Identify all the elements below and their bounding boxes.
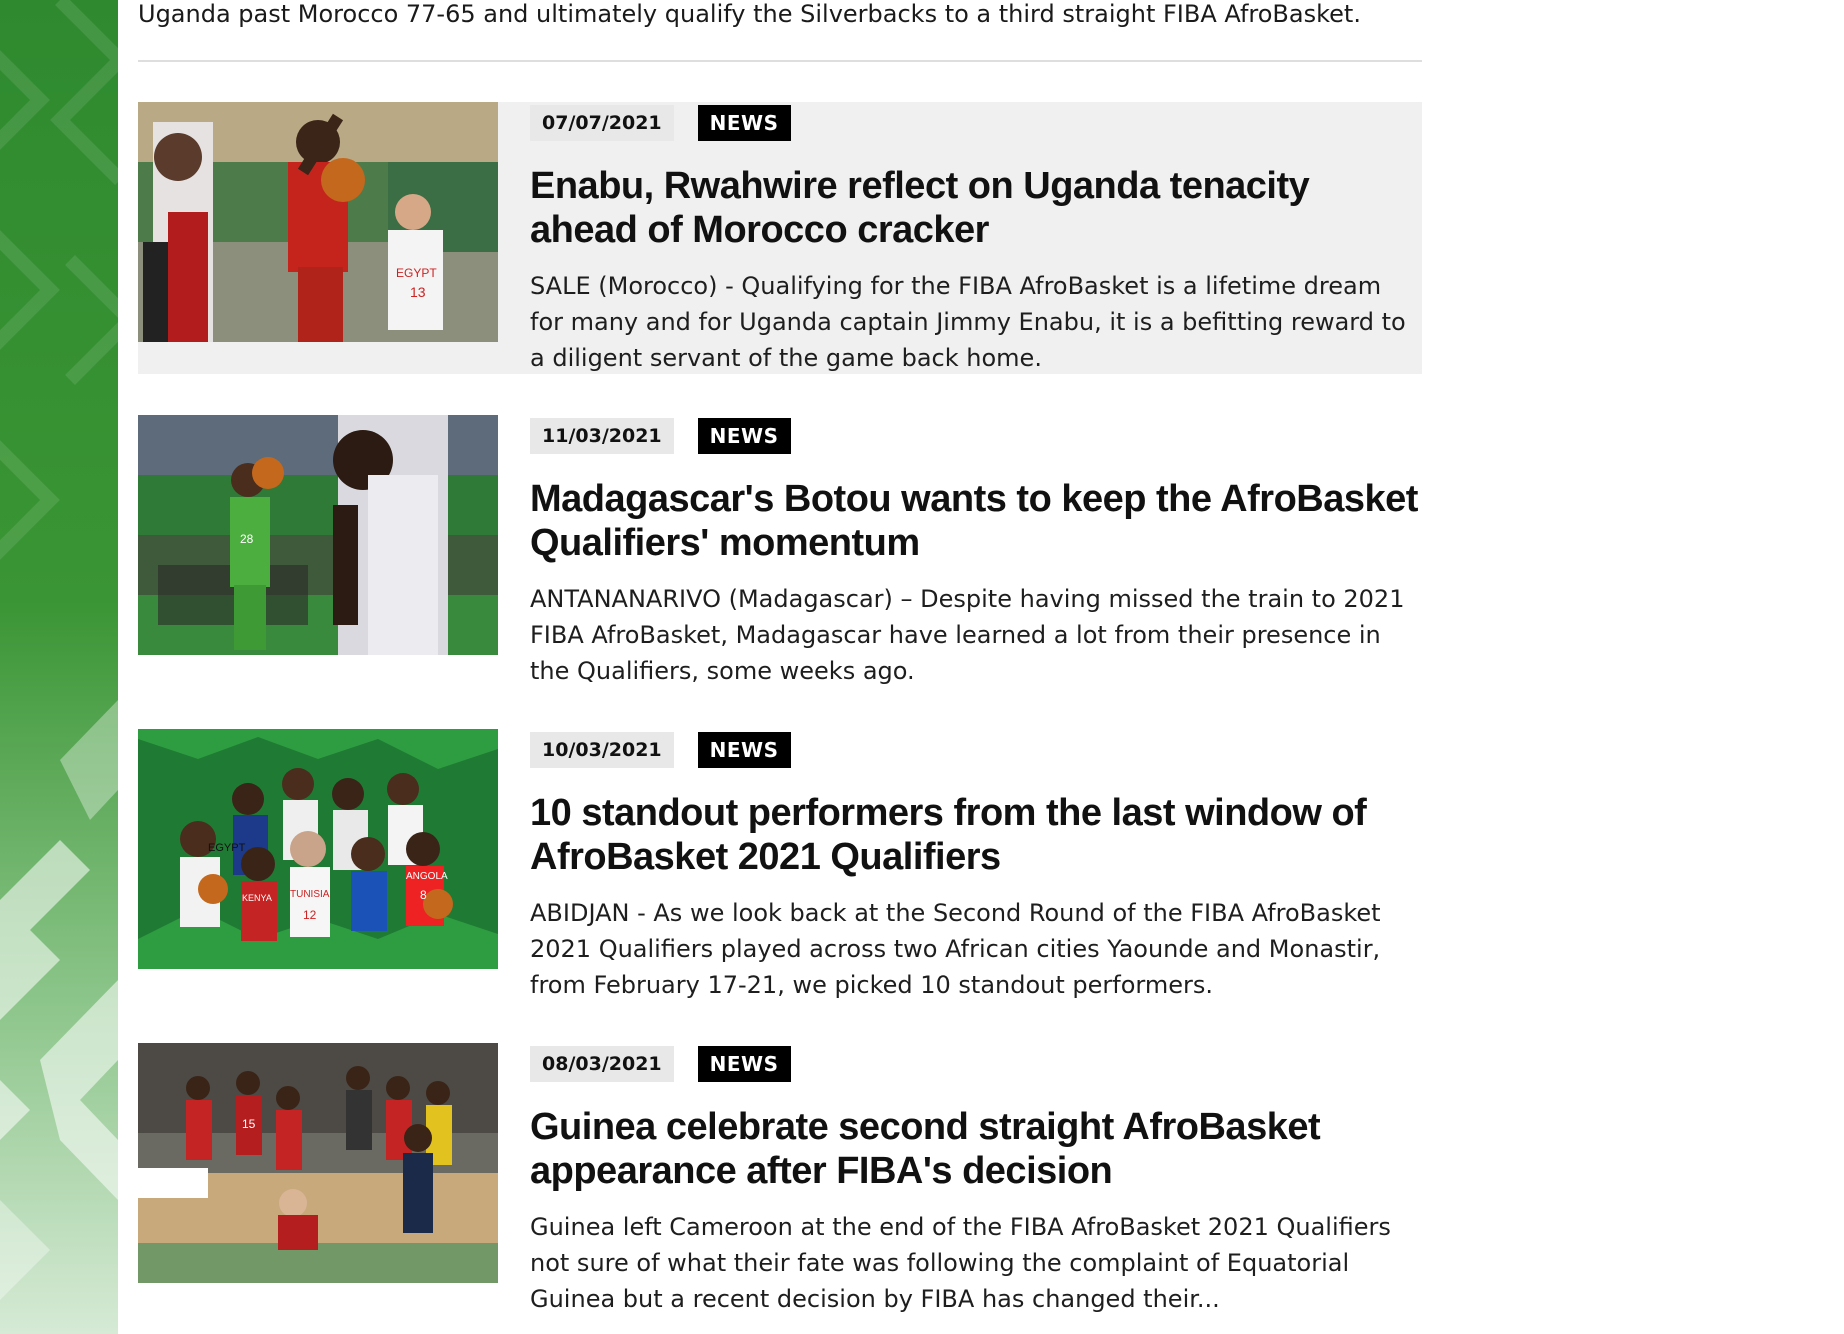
jersey-number: 12 bbox=[303, 908, 317, 922]
article-text: 10/03/2021 NEWS 10 standout performers f… bbox=[530, 729, 1418, 1003]
article-meta: 11/03/2021 NEWS bbox=[530, 417, 1418, 455]
article-thumbnail[interactable]: EGYPT 13 bbox=[138, 102, 498, 342]
article-meta: 08/03/2021 NEWS bbox=[530, 1045, 1418, 1083]
article-card[interactable]: EGYPT 13 07/07/2021 NEWS Enabu, Rwahwire… bbox=[138, 102, 1422, 374]
article-meta: 07/07/2021 NEWS bbox=[530, 104, 1418, 142]
article-text: 11/03/2021 NEWS Madagascar's Botou wants… bbox=[530, 415, 1418, 689]
category-tag[interactable]: NEWS bbox=[697, 105, 791, 141]
article-title[interactable]: 10 standout performers from the last win… bbox=[530, 791, 1418, 879]
category-tag[interactable]: NEWS bbox=[697, 418, 791, 454]
jersey-label: EGYPT bbox=[208, 842, 246, 854]
jersey-number: 13 bbox=[410, 284, 426, 300]
article-title[interactable]: Enabu, Rwahwire reflect on Uganda tenaci… bbox=[530, 164, 1418, 252]
previous-article-summary-tail: Uganda past Morocco 77-65 and ultimately… bbox=[138, 0, 1361, 28]
category-tag[interactable]: NEWS bbox=[697, 1046, 791, 1082]
article-summary: Guinea left Cameroon at the end of the F… bbox=[530, 1213, 1391, 1313]
article-list: Uganda past Morocco 77-65 and ultimately… bbox=[138, 0, 1422, 1313]
side-pattern bbox=[0, 0, 118, 1300]
article-summary: ANTANANARIVO (Madagascar) – Despite havi… bbox=[530, 585, 1405, 685]
article-text: 07/07/2021 NEWS Enabu, Rwahwire reflect … bbox=[530, 102, 1418, 376]
article-meta: 10/03/2021 NEWS bbox=[530, 731, 1418, 769]
article-date: 07/07/2021 bbox=[530, 105, 674, 141]
article-date: 08/03/2021 bbox=[530, 1046, 674, 1082]
page: Uganda past Morocco 77-65 and ultimately… bbox=[0, 0, 1844, 1334]
divider bbox=[138, 60, 1422, 62]
article-text: 08/03/2021 NEWS Guinea celebrate second … bbox=[530, 1043, 1418, 1317]
jersey-label: KENYA bbox=[242, 893, 272, 903]
jersey-number: 15 bbox=[242, 1117, 256, 1131]
side-decoration bbox=[0, 0, 118, 1334]
article-date: 11/03/2021 bbox=[530, 418, 674, 454]
article-thumbnail[interactable]: 28 bbox=[138, 415, 498, 655]
article-title[interactable]: Madagascar's Botou wants to keep the Afr… bbox=[530, 477, 1418, 565]
article-title[interactable]: Guinea celebrate second straight AfroBas… bbox=[530, 1105, 1418, 1193]
jersey-number: 28 bbox=[240, 532, 254, 546]
article-summary: ABIDJAN - As we look back at the Second … bbox=[530, 899, 1381, 999]
jersey-label: EGYPT bbox=[396, 266, 437, 280]
article-card[interactable]: 28 11/03/2021 NEWS Madagascar's Botou wa… bbox=[138, 415, 1422, 685]
jersey-label: TUNISIA bbox=[290, 889, 330, 900]
article-card[interactable]: EGYPT KENYA TUNISIA ANGOLA 12 8 10/03/20… bbox=[138, 729, 1422, 999]
article-card[interactable]: 15 08/03/2021 NEWS Guinea celebrate seco… bbox=[138, 1043, 1422, 1313]
article-thumbnail[interactable]: 15 bbox=[138, 1043, 498, 1283]
category-tag[interactable]: NEWS bbox=[697, 732, 791, 768]
article-summary: SALE (Morocco) - Qualifying for the FIBA… bbox=[530, 272, 1406, 372]
jersey-number: 8 bbox=[420, 888, 427, 902]
article-date: 10/03/2021 bbox=[530, 732, 674, 768]
jersey-label: ANGOLA bbox=[406, 871, 448, 882]
article-thumbnail[interactable]: EGYPT KENYA TUNISIA ANGOLA 12 8 bbox=[138, 729, 498, 969]
